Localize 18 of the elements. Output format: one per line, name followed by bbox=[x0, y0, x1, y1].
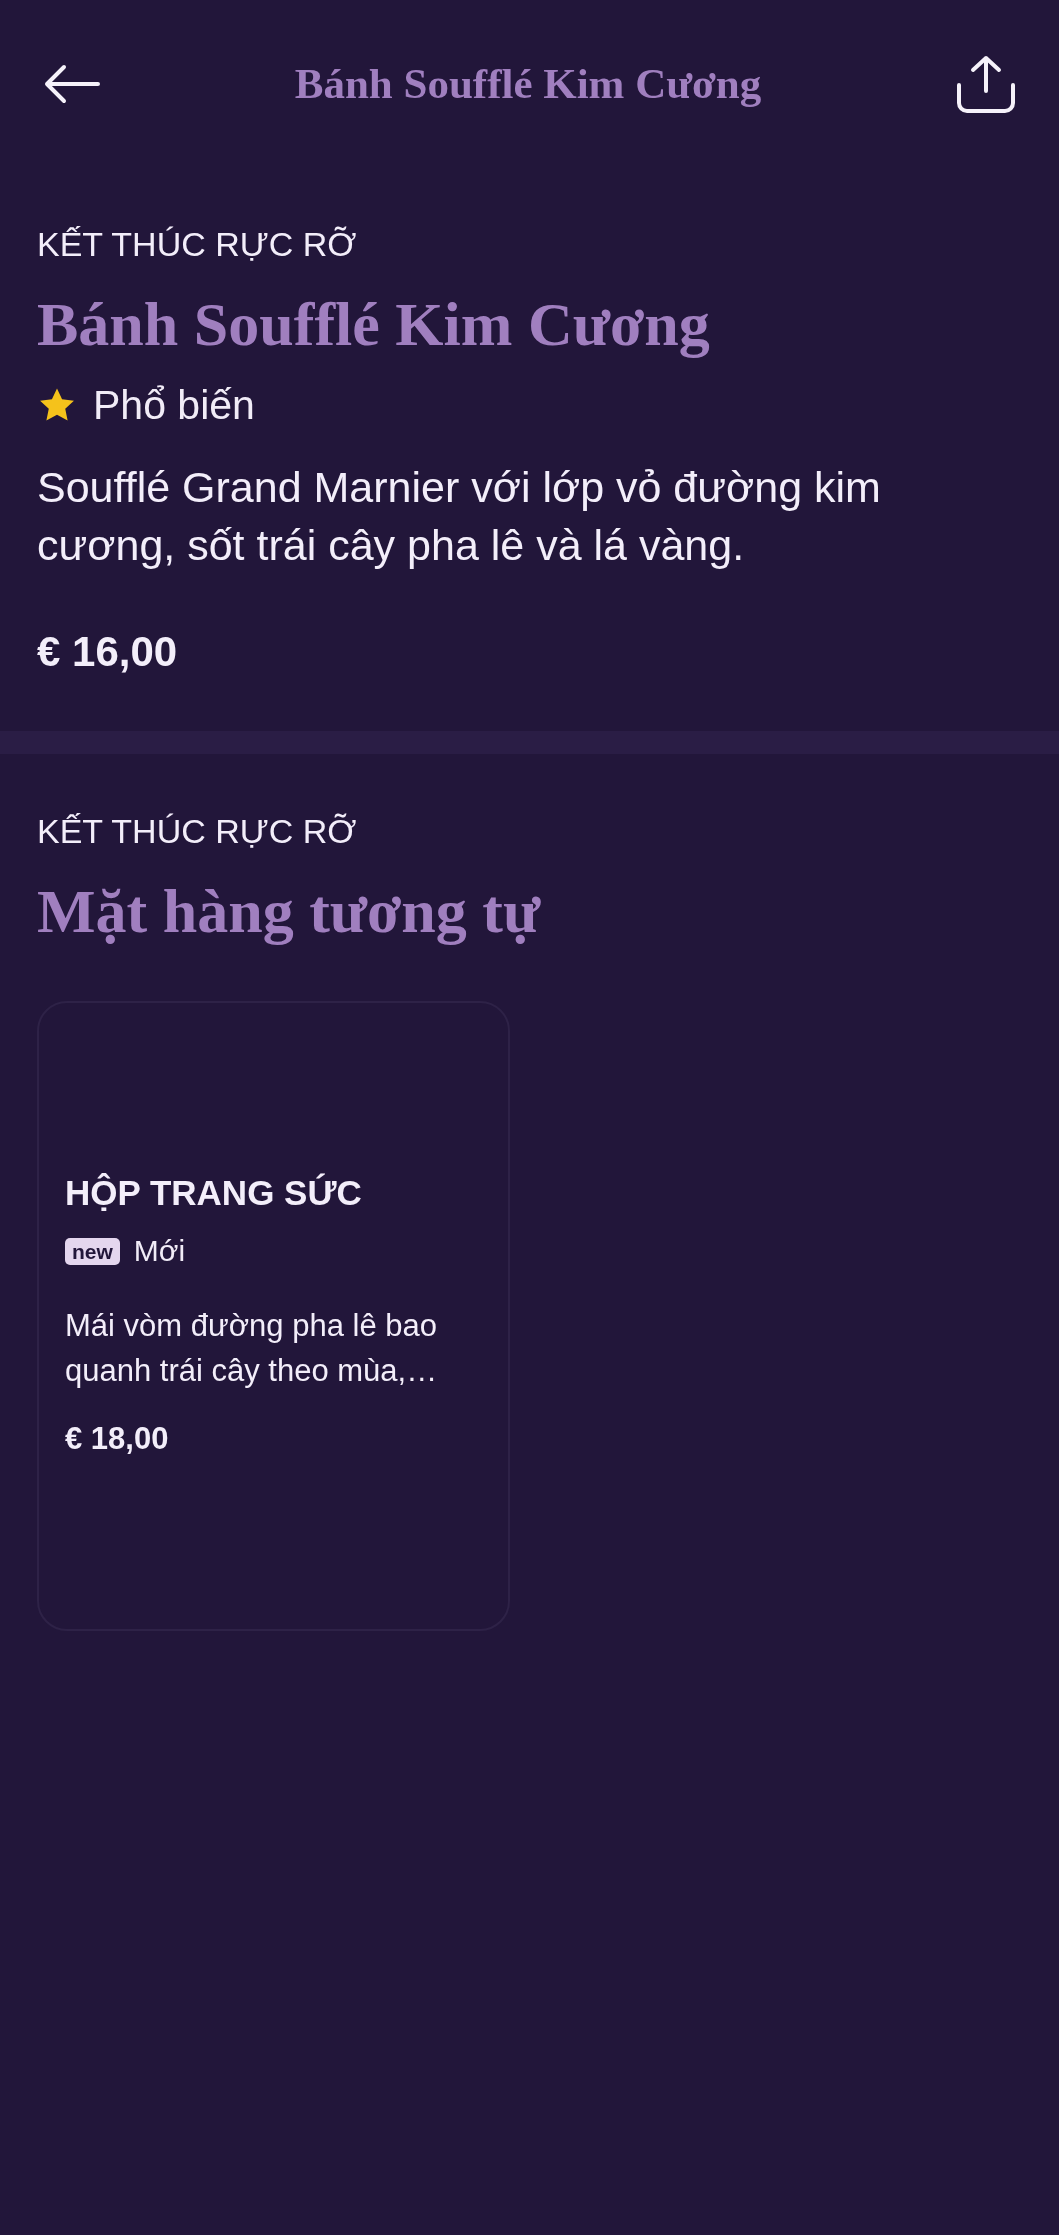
product-title: Bánh Soufflé Kim Cương bbox=[37, 289, 711, 360]
share-button[interactable] bbox=[956, 55, 1016, 113]
card-title: HỘP TRANG SỨC bbox=[65, 1173, 363, 1213]
back-button[interactable] bbox=[44, 62, 100, 106]
share-icon bbox=[956, 55, 1016, 113]
product-card[interactable]: HỘP TRANG SỨC new Mới Mái vòm đường pha lê bao quanh trái cây theo mùa,… € 18,00 bbox=[37, 1001, 510, 1631]
new-badge: new bbox=[65, 1237, 120, 1265]
header-title: Bánh Soufflé Kim Cương bbox=[294, 59, 762, 109]
category-label: KẾT THÚC RỰC RỠ bbox=[37, 811, 358, 851]
section-title: Mặt hàng tương tự bbox=[37, 876, 542, 947]
card-price: € 18,00 bbox=[65, 1420, 170, 1458]
popular-label: Phổ biến bbox=[93, 382, 255, 428]
back-arrow-icon bbox=[44, 64, 100, 104]
product-description: Soufflé Grand Marnier với lớp vỏ đường kim cương, sốt trái cây pha lê và lá vàng. bbox=[37, 462, 882, 571]
card-description: Mái vòm đường pha lê bao quanh trái cây theo mùa,… bbox=[65, 1307, 439, 1390]
new-label: Mới bbox=[133, 1233, 186, 1269]
category-label: KẾT THÚC RỰC RỠ bbox=[37, 224, 358, 264]
product-price: € 16,00 bbox=[37, 628, 179, 676]
